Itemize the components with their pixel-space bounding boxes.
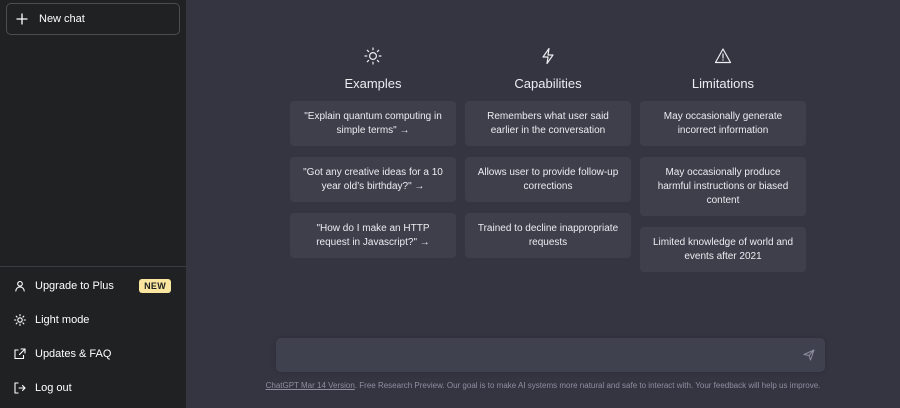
sidebar-item-upgrade[interactable]: Upgrade to Plus NEW bbox=[6, 271, 180, 301]
message-input-box bbox=[276, 338, 825, 372]
new-chat-label: New chat bbox=[39, 13, 85, 25]
new-badge: NEW bbox=[139, 279, 171, 293]
user-icon bbox=[14, 280, 26, 292]
limitations-column: Limitations bbox=[640, 45, 806, 93]
sidebar-item-updates-faq[interactable]: Updates & FAQ bbox=[6, 339, 180, 369]
message-input[interactable] bbox=[276, 338, 825, 372]
examples-column: Examples bbox=[290, 45, 456, 93]
sidebar-item-label: Upgrade to Plus bbox=[35, 280, 114, 292]
version-link[interactable]: ChatGPT Mar 14 Version bbox=[266, 381, 355, 390]
sidebar-item-log-out[interactable]: Log out bbox=[6, 373, 180, 403]
lightning-icon bbox=[465, 45, 631, 67]
sidebar-item-light-mode[interactable]: Light mode bbox=[6, 305, 180, 335]
warning-icon bbox=[640, 45, 806, 67]
external-link-icon bbox=[14, 348, 26, 360]
sidebar: New chat Upgrade to Plus NEW Light mode … bbox=[0, 0, 186, 408]
sidebar-item-label: Updates & FAQ bbox=[35, 348, 112, 360]
send-icon[interactable] bbox=[803, 349, 815, 361]
capabilities-heading: Capabilities bbox=[514, 76, 582, 91]
example-card[interactable]: "Got any creative ideas for a 10 year ol… bbox=[290, 157, 456, 202]
capability-card: Trained to decline inappropriate request… bbox=[465, 213, 631, 258]
footer-text: . Free Research Preview. Our goal is to … bbox=[354, 381, 821, 390]
sun-icon bbox=[290, 45, 456, 67]
limitations-heading: Limitations bbox=[691, 76, 755, 91]
new-chat-button[interactable]: New chat bbox=[6, 3, 180, 35]
limitation-card: May occasionally generate incorrect info… bbox=[640, 101, 806, 146]
sidebar-divider bbox=[0, 266, 186, 267]
capability-card: Remembers what user said earlier in the … bbox=[465, 101, 631, 146]
capability-card: Allows user to provide follow-up correct… bbox=[465, 157, 631, 202]
sidebar-item-label: Log out bbox=[35, 382, 72, 394]
limitation-card: May occasionally produce harmful instruc… bbox=[640, 157, 806, 216]
capabilities-column: Capabilities bbox=[465, 45, 631, 93]
example-card[interactable]: "How do I make an HTTP request in Javasc… bbox=[290, 213, 456, 258]
limitation-card: Limited knowledge of world and events af… bbox=[640, 227, 806, 272]
logout-icon bbox=[14, 382, 26, 394]
plus-icon bbox=[16, 13, 28, 25]
examples-heading: Examples bbox=[344, 76, 402, 91]
footer-note: ChatGPT Mar 14 Version. Free Research Pr… bbox=[186, 381, 900, 390]
sidebar-item-label: Light mode bbox=[35, 314, 90, 326]
sun-icon bbox=[14, 314, 26, 326]
example-card[interactable]: "Explain quantum computing in simple ter… bbox=[290, 101, 456, 146]
